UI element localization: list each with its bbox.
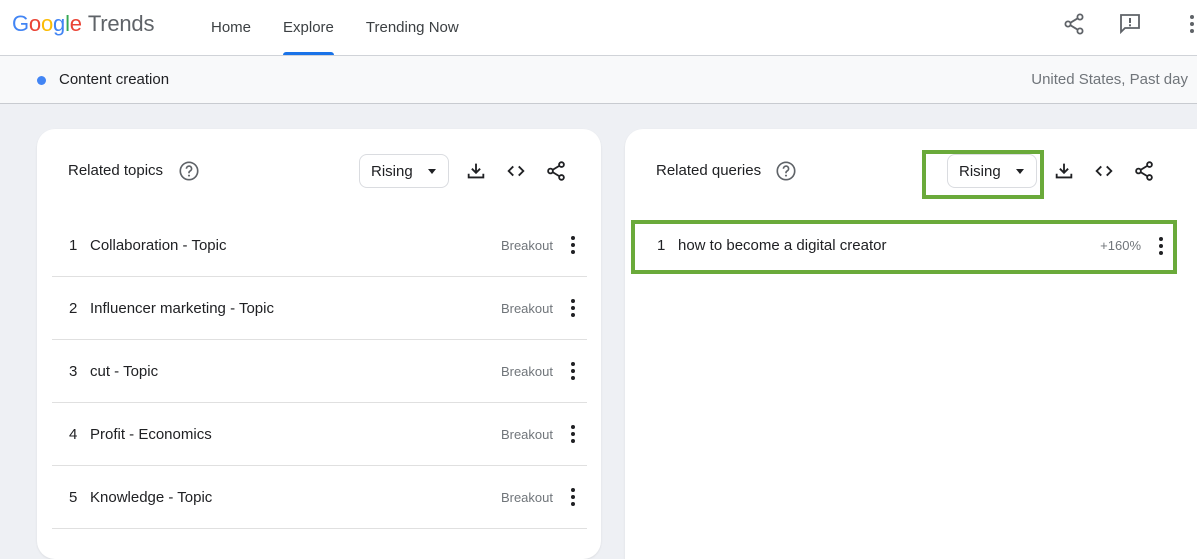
list-item[interactable]: 2 Influencer marketing - Topic Breakout [52,277,587,340]
tab-explore[interactable]: Explore [267,0,350,55]
share-icon[interactable] [1062,12,1086,36]
topic-label[interactable]: cut - Topic [90,363,158,380]
more-vert-icon[interactable] [565,297,581,319]
queries-filter-value: Rising [959,162,1001,180]
logo-google-text: Google [12,11,82,36]
more-vert-icon[interactable] [1153,235,1169,257]
top-app-bar: Google Trends Home Explore Trending Now [0,0,1197,56]
search-context-bar: Content creation United States, Past day [0,56,1197,104]
rank: 3 [69,362,78,380]
rank: 1 [69,236,78,254]
related-queries-card: Related queries Rising 1 how to become a… [625,129,1197,559]
list-item[interactable]: 3 cut - Topic Breakout [52,340,587,403]
topics-filter-value: Rising [371,162,413,180]
share-icon[interactable] [545,160,567,182]
topic-value: Breakout [500,489,553,505]
topic-value: Breakout [500,237,553,253]
rank: 5 [69,488,78,506]
query-label[interactable]: how to become a digital creator [678,237,886,254]
caret-down-icon [1016,169,1024,174]
topics-filter-dropdown[interactable]: Rising [359,154,449,188]
topic-label[interactable]: Influencer marketing - Topic [90,300,274,317]
more-vert-icon[interactable] [565,423,581,445]
rank: 1 [657,237,666,254]
share-icon[interactable] [1133,160,1155,182]
topic-label[interactable]: Profit - Economics [90,426,212,443]
query-value: +160% [1100,238,1141,253]
main-nav: Home Explore Trending Now [195,0,475,55]
google-trends-logo[interactable]: Google Trends [12,11,154,37]
search-term[interactable]: Content creation [59,71,169,88]
queries-filter-dropdown[interactable]: Rising [947,154,1037,188]
related-topics-title: Related topics [68,162,164,179]
list-item[interactable]: 5 Knowledge - Topic Breakout [52,466,587,529]
download-icon[interactable] [465,160,487,182]
download-icon[interactable] [1053,160,1075,182]
related-topics-card: Related topics Rising 1 Collaboration - … [37,129,601,559]
tab-trending-now[interactable]: Trending Now [350,0,475,55]
more-vert-icon[interactable] [565,234,581,256]
rank: 4 [69,425,78,443]
logo-trends-text: Trends [87,11,155,36]
help-icon[interactable] [178,160,200,182]
topic-value: Breakout [500,300,553,316]
more-vert-icon[interactable] [565,360,581,382]
list-item[interactable]: 1 how to become a digital creator +160% [640,214,1175,277]
list-item[interactable]: 4 Profit - Economics Breakout [52,403,587,466]
feedback-icon[interactable] [1118,12,1142,36]
more-vert-icon[interactable] [565,486,581,508]
tab-home[interactable]: Home [195,0,267,55]
embed-icon[interactable] [505,160,527,182]
topic-label[interactable]: Knowledge - Topic [90,489,212,506]
search-region-time[interactable]: United States, Past day [1031,71,1188,88]
help-icon[interactable] [775,160,797,182]
term-color-dot [37,76,46,85]
list-item[interactable]: 1 Collaboration - Topic Breakout [52,214,587,277]
topic-value: Breakout [500,363,553,379]
rank: 2 [69,299,78,317]
related-queries-title: Related queries [656,162,762,179]
caret-down-icon [428,169,436,174]
topic-label[interactable]: Collaboration - Topic [90,237,226,254]
topic-value: Breakout [500,426,553,442]
embed-icon[interactable] [1093,160,1115,182]
more-vert-icon[interactable] [1180,12,1197,36]
